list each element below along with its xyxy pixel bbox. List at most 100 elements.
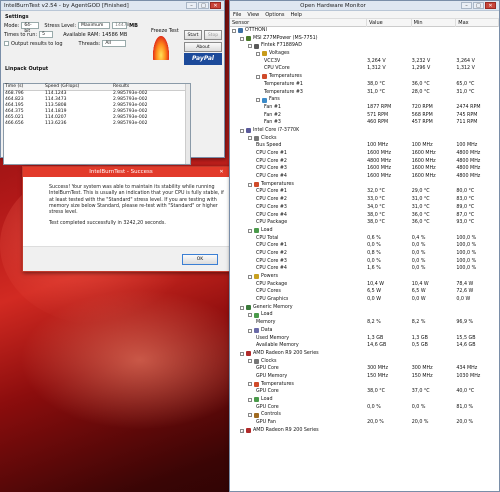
ok-button[interactable]: OK: [182, 254, 218, 265]
sensor-row[interactable]: CPU Core #4 38,0 °C 36,0 °C 87,0 °C: [230, 212, 499, 220]
title-bar[interactable]: IntelBurnTest v2.54 - by AgentGOD [Finis…: [1, 1, 224, 11]
sensor-row[interactable]: - Intel Core i7-3770K: [230, 127, 499, 135]
collapse-icon[interactable]: -: [248, 413, 252, 418]
sensor-row[interactable]: GPU Memory 150 MHz 150 MHz 1030 MHz: [230, 373, 499, 381]
menu-view[interactable]: View: [247, 12, 259, 18]
sensor-row[interactable]: - Load: [230, 396, 499, 404]
collapse-icon[interactable]: -: [240, 36, 244, 41]
sensor-row[interactable]: CPU Core #4 1600 MHz 1600 MHz 4800 MHz: [230, 173, 499, 181]
sensor-row[interactable]: - Controls: [230, 411, 499, 419]
sensor-row[interactable]: + AMD Radeon R9 200 Series: [230, 427, 499, 435]
close-icon[interactable]: ✕: [485, 2, 496, 9]
sensor-row[interactable]: CPU Core #3 1600 MHz 1600 MHz 4800 MHz: [230, 165, 499, 173]
start-button[interactable]: Start: [184, 30, 202, 40]
sensor-row[interactable]: - Voltages: [230, 50, 499, 58]
menu-help[interactable]: Help: [291, 12, 302, 18]
expand-icon[interactable]: +: [240, 428, 244, 433]
minimize-icon[interactable]: –: [461, 2, 472, 9]
sensor-row[interactable]: - Powers: [230, 273, 499, 281]
column-header-value[interactable]: Value: [367, 18, 412, 27]
collapse-icon[interactable]: -: [248, 136, 252, 141]
column-header-sensor[interactable]: Sensor: [230, 18, 367, 27]
collapse-icon[interactable]: -: [256, 98, 260, 103]
output-log-checkbox[interactable]: [4, 41, 9, 46]
collapse-icon[interactable]: -: [248, 359, 252, 364]
sensor-row[interactable]: - Temperatures: [230, 73, 499, 81]
sensor-row[interactable]: CPU Core #3 0,0 % 0,0 % 100,0 %: [230, 258, 499, 266]
collapse-icon[interactable]: -: [256, 74, 260, 79]
column-header-max[interactable]: Max: [456, 18, 499, 27]
sensor-row[interactable]: CPU Core #1 32,0 °C 29,0 °C 80,0 °C: [230, 188, 499, 196]
collapse-icon[interactable]: -: [248, 228, 252, 233]
sensor-row[interactable]: CPU Total 0,6 % 0,4 % 100,0 %: [230, 235, 499, 243]
sensor-row[interactable]: CPU Core #2 33,0 °C 31,0 °C 83,0 °C: [230, 196, 499, 204]
sensor-row[interactable]: - AMD Radeon R9 200 Series: [230, 350, 499, 358]
sensor-row[interactable]: VCC3V 3,264 V 3,232 V 3,264 V: [230, 58, 499, 66]
maximize-icon[interactable]: □: [473, 2, 484, 9]
collapse-icon[interactable]: -: [240, 128, 244, 133]
ram-field[interactable]: 14478: [112, 22, 129, 29]
close-icon[interactable]: ✕: [210, 2, 221, 9]
dialog-title-bar[interactable]: IntelBurnTest - Success ✕: [23, 167, 230, 177]
sensor-row[interactable]: - Clocks: [230, 358, 499, 366]
sensor-row[interactable]: Temperature #3 31,0 °C 28,0 °C 31,0 °C: [230, 89, 499, 97]
collapse-icon[interactable]: -: [248, 382, 252, 387]
hm-title-bar[interactable]: Open Hardware Monitor – □ ✕: [230, 1, 499, 11]
sensor-row[interactable]: Fan #1 1877 RPM 720 RPM 2474 RPM: [230, 104, 499, 112]
minimize-icon[interactable]: –: [186, 2, 197, 9]
collapse-icon[interactable]: -: [240, 305, 244, 310]
sensor-row[interactable]: CPU Graphics 0,0 W 0,0 W 0,0 W: [230, 296, 499, 304]
sensor-row[interactable]: - Data: [230, 327, 499, 335]
sensor-row[interactable]: CPU Cores 6,5 W 6,5 W 72,6 W: [230, 288, 499, 296]
sensor-row[interactable]: - Load: [230, 227, 499, 235]
sensor-row[interactable]: - MSI Z77MPower (MS-7751): [230, 35, 499, 43]
sensor-row[interactable]: Available Memory 14,6 GB 0,5 GB 14,6 GB: [230, 342, 499, 350]
sensor-row[interactable]: - Fans: [230, 96, 499, 104]
threads-select[interactable]: All: [102, 40, 127, 47]
sensor-row[interactable]: CPU Package 10,4 W 10,4 W 78,4 W: [230, 281, 499, 289]
sensor-row[interactable]: Used Memory 1,3 GB 1,3 GB 15,5 GB: [230, 335, 499, 343]
sensor-row[interactable]: GPU Fan 20,0 % 20,0 % 20,0 %: [230, 419, 499, 427]
sensor-row[interactable]: Fan #3 460 RPM 457 RPM 711 RPM: [230, 119, 499, 127]
stop-button[interactable]: Stop: [204, 30, 222, 40]
sensor-row[interactable]: - Generic Memory: [230, 304, 499, 312]
sensor-row[interactable]: CPU Core #3 34,0 °C 31,0 °C 89,0 °C: [230, 204, 499, 212]
sensor-row[interactable]: CPU Core #2 4800 MHz 1600 MHz 4800 MHz: [230, 158, 499, 166]
sensor-row[interactable]: Fan #2 571 RPM 568 RPM 745 RPM: [230, 112, 499, 120]
column-header-min[interactable]: Min: [412, 18, 457, 27]
sensor-row[interactable]: - Load: [230, 311, 499, 319]
stress-select[interactable]: Maximum: [78, 22, 111, 29]
times-input[interactable]: 5: [39, 31, 54, 38]
sensor-row[interactable]: Memory 8,2 % 8,2 % 96,9 %: [230, 319, 499, 327]
sensor-row[interactable]: - Clocks: [230, 135, 499, 143]
sensor-row[interactable]: CPU Core #1 0,0 % 0,0 % 100,0 %: [230, 242, 499, 250]
collapse-icon[interactable]: -: [248, 182, 252, 187]
table-scrollbar[interactable]: [185, 84, 190, 164]
collapse-icon[interactable]: -: [256, 51, 260, 56]
sensor-row[interactable]: - Temperatures: [230, 381, 499, 389]
collapse-icon[interactable]: -: [248, 44, 252, 49]
maximize-icon[interactable]: □: [198, 2, 209, 9]
collapse-icon[interactable]: -: [232, 28, 236, 33]
sensor-row[interactable]: GPU Core 38,0 °C 37,0 °C 40,0 °C: [230, 388, 499, 396]
menu-options[interactable]: Options: [265, 12, 284, 18]
collapse-icon[interactable]: -: [248, 328, 252, 333]
paypal-donate-button[interactable]: PayPal: [184, 53, 222, 65]
sensor-row[interactable]: - Fintek F71889AD: [230, 42, 499, 50]
collapse-icon[interactable]: -: [248, 274, 252, 279]
close-icon[interactable]: ✕: [216, 168, 227, 176]
sensor-row[interactable]: GPU Core 300 MHz 300 MHz 434 MHz: [230, 365, 499, 373]
sensor-row[interactable]: Temperature #1 38,0 °C 36,0 °C 65,0 °C: [230, 81, 499, 89]
menu-file[interactable]: File: [233, 12, 241, 18]
sensor-row[interactable]: - OTTHONI: [230, 27, 499, 35]
collapse-icon[interactable]: -: [240, 351, 244, 356]
sensor-row[interactable]: CPU Core #2 0,8 % 0,0 % 100,0 %: [230, 250, 499, 258]
sensor-row[interactable]: GPU Core 0,0 % 0,0 % 81,0 %: [230, 404, 499, 412]
about-button[interactable]: About: [184, 42, 222, 52]
sensor-row[interactable]: Bus Speed 100 MHz 100 MHz 100 MHz: [230, 142, 499, 150]
sensor-row[interactable]: CPU Package 38,0 °C 36,0 °C 93,0 °C: [230, 219, 499, 227]
sensor-row[interactable]: CPU Core #4 1,6 % 0,0 % 100,0 %: [230, 265, 499, 273]
collapse-icon[interactable]: -: [248, 397, 252, 402]
sensor-row[interactable]: - Temperatures: [230, 181, 499, 189]
collapse-icon[interactable]: -: [248, 313, 252, 318]
